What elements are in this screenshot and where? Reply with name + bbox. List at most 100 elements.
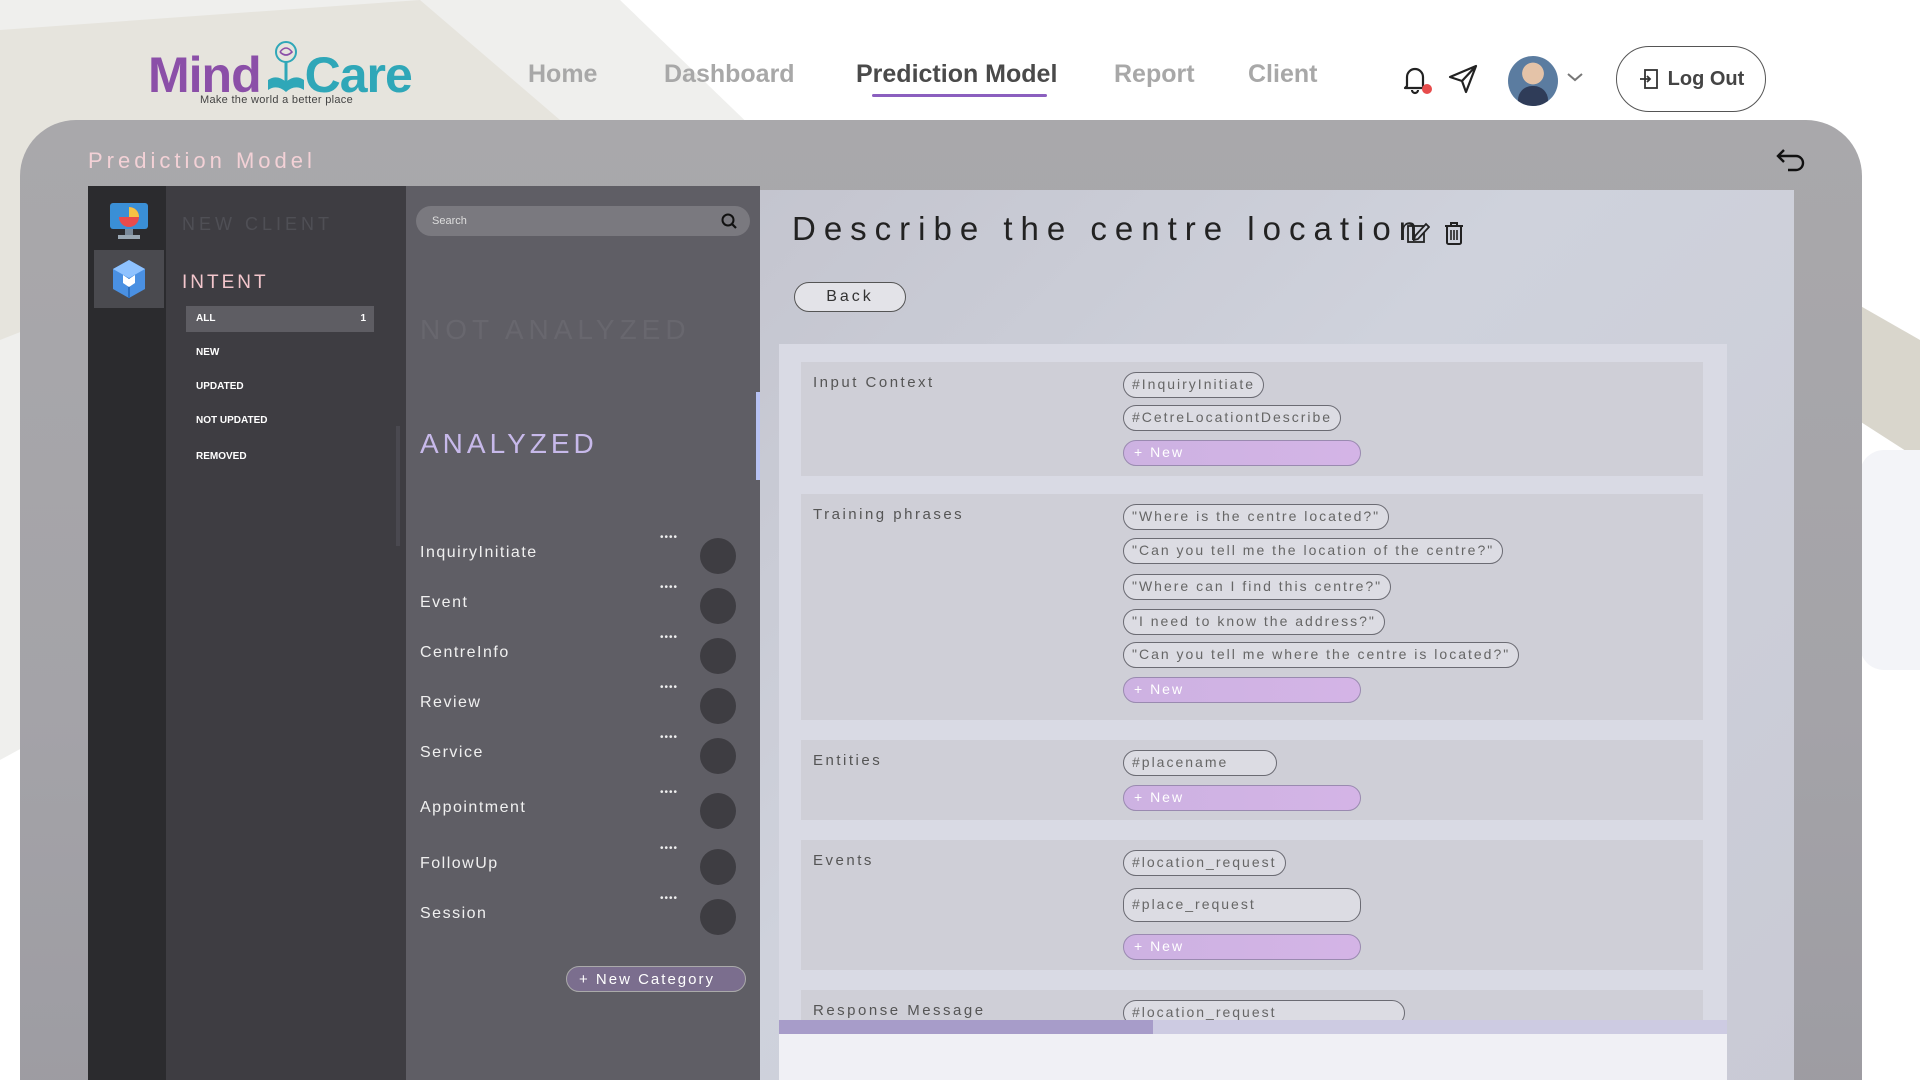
notification-badge: [1422, 84, 1432, 94]
filter-updated[interactable]: UPDATED: [186, 374, 374, 400]
context-chip[interactable]: #InquiryInitiate: [1123, 372, 1265, 398]
filter-count: 1: [360, 313, 366, 324]
more-options-icon[interactable]: ••••: [660, 787, 678, 798]
intent-heading: INTENT: [182, 272, 269, 293]
add-entity-button[interactable]: + New: [1123, 785, 1361, 811]
category-item-service[interactable]: Service ••••: [420, 732, 750, 776]
new-category-button[interactable]: + New Category: [566, 966, 746, 992]
logout-label: Log Out: [1667, 67, 1745, 90]
section-label: Input Context: [813, 374, 935, 391]
filter-label: UPDATED: [196, 381, 244, 392]
category-status-dot: [700, 738, 736, 774]
trash-icon[interactable]: [1442, 220, 1466, 246]
user-avatar[interactable]: [1508, 56, 1558, 106]
add-event-button[interactable]: + New: [1123, 934, 1361, 960]
analytics-chart-icon: [110, 203, 148, 239]
category-label: CentreInfo: [420, 644, 510, 661]
category-status-dot: [700, 538, 736, 574]
section-label: Response Message: [813, 1002, 986, 1019]
scrollbar-thumb[interactable]: [779, 1020, 1153, 1034]
context-chip[interactable]: #CetreLocationtDescribe: [1123, 405, 1342, 431]
category-label: Review: [420, 694, 482, 711]
category-panel: Search NOT ANALYZED ANALYZED InquiryInit…: [406, 186, 760, 1080]
training-phrase-chip[interactable]: "Where is the centre located?": [1123, 504, 1390, 530]
more-options-icon[interactable]: ••••: [660, 582, 678, 593]
search-input[interactable]: Search: [416, 206, 750, 236]
prediction-model-panel: Prediction Model NEW CLIENT INTENT ALL 1…: [20, 120, 1862, 1080]
intent-form: Input Context #InquiryInitiate #CetreLoc…: [779, 344, 1727, 1080]
rail-model-button[interactable]: [94, 250, 164, 308]
category-item-followup[interactable]: FollowUp ••••: [420, 843, 750, 887]
more-options-icon[interactable]: ••••: [660, 843, 678, 854]
intent-title: Describe the centre location: [792, 210, 1426, 247]
add-training-phrase-button[interactable]: + New: [1123, 677, 1361, 703]
page-title: Prediction Model: [88, 148, 316, 173]
logout-button[interactable]: Log Out: [1616, 46, 1766, 112]
edit-icon[interactable]: [1406, 220, 1430, 246]
training-phrase-chip[interactable]: "Can you tell me the location of the cen…: [1123, 538, 1504, 564]
top-header: Mind Care Make the world a better place H…: [0, 0, 1920, 120]
training-phrase-chip[interactable]: "Can you tell me where the centre is loc…: [1123, 642, 1520, 668]
nav-home[interactable]: Home: [528, 60, 597, 89]
messages-button[interactable]: [1446, 62, 1480, 96]
undo-icon[interactable]: [1774, 144, 1808, 174]
category-status-dot: [700, 899, 736, 935]
background-card: [1860, 450, 1920, 670]
analyzed-heading[interactable]: ANALYZED: [420, 428, 598, 460]
back-button[interactable]: Back: [794, 282, 906, 312]
sidebar-resize-handle[interactable]: [396, 426, 400, 546]
more-options-icon[interactable]: ••••: [660, 732, 678, 743]
filter-removed[interactable]: REMOVED: [186, 444, 374, 470]
nav-client[interactable]: Client: [1248, 60, 1317, 89]
brain-book-icon: [268, 41, 304, 92]
logout-icon: [1639, 69, 1658, 89]
mindcare-logo[interactable]: Mind Care Make the world a better place: [148, 40, 418, 110]
horizontal-scrollbar[interactable]: [779, 1020, 1727, 1034]
section-label: Entities: [813, 752, 883, 769]
filter-label: NEW: [196, 347, 220, 358]
not-analyzed-heading[interactable]: NOT ANALYZED: [420, 314, 691, 346]
training-phrase-chip[interactable]: "Where can I find this centre?": [1123, 574, 1392, 600]
entity-chip[interactable]: #placename: [1123, 750, 1277, 776]
intent-sidebar: NEW CLIENT INTENT ALL 1 NEW UPDATED NOT …: [166, 186, 406, 1080]
filter-new[interactable]: NEW: [186, 340, 374, 366]
form-footer: [779, 1034, 1727, 1080]
logo-tagline: Make the world a better place: [200, 94, 353, 106]
rail-analytics-button[interactable]: [94, 192, 164, 250]
send-icon: [1448, 64, 1478, 94]
nav-report[interactable]: Report: [1114, 60, 1195, 89]
filter-not-updated[interactable]: NOT UPDATED: [186, 408, 374, 434]
event-input[interactable]: #place_request: [1123, 888, 1361, 922]
nav-prediction-model[interactable]: Prediction Model: [856, 60, 1057, 97]
category-item-event[interactable]: Event ••••: [420, 582, 750, 626]
search-icon[interactable]: [720, 212, 738, 230]
more-options-icon[interactable]: ••••: [660, 532, 678, 543]
training-phrases-section: Training phrases "Where is the centre lo…: [801, 494, 1703, 720]
filter-label: ALL: [196, 313, 216, 324]
category-item-review[interactable]: Review ••••: [420, 682, 750, 726]
training-phrase-chip[interactable]: "I need to know the address?": [1123, 609, 1385, 635]
category-label: Appointment: [420, 799, 527, 816]
entities-section: Entities #placename + New: [801, 740, 1703, 820]
category-status-dot: [700, 793, 736, 829]
category-label: FollowUp: [420, 855, 499, 872]
category-item-appointment[interactable]: Appointment ••••: [420, 787, 750, 831]
events-section: Events #location_request #place_request …: [801, 840, 1703, 970]
category-item-centreinfo[interactable]: CentreInfo ••••: [420, 632, 750, 676]
nav-dashboard[interactable]: Dashboard: [664, 60, 795, 89]
add-context-button[interactable]: + New: [1123, 440, 1361, 466]
more-options-icon[interactable]: ••••: [660, 893, 678, 904]
more-options-icon[interactable]: ••••: [660, 682, 678, 693]
event-chip[interactable]: #location_request: [1123, 850, 1286, 876]
filter-all[interactable]: ALL 1: [186, 306, 374, 332]
icon-rail: [88, 186, 166, 1080]
filter-label: NOT UPDATED: [196, 415, 268, 426]
notification-button[interactable]: [1398, 62, 1432, 96]
category-item-inquiryinitiate[interactable]: InquiryInitiate ••••: [420, 532, 750, 576]
filter-label: REMOVED: [196, 451, 247, 462]
new-client-link[interactable]: NEW CLIENT: [182, 214, 333, 235]
section-label: Training phrases: [813, 506, 965, 523]
category-item-session[interactable]: Session ••••: [420, 893, 750, 937]
more-options-icon[interactable]: ••••: [660, 632, 678, 643]
chevron-down-icon[interactable]: [1566, 70, 1584, 84]
